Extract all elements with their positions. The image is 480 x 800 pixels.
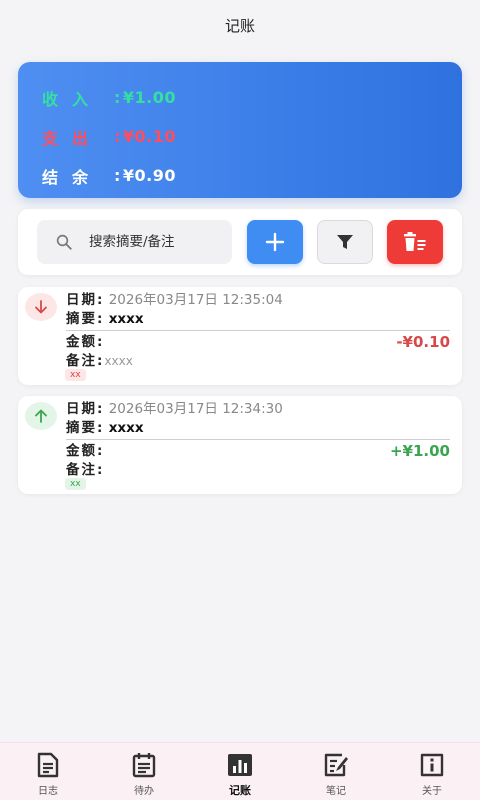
record-note: xxxx [104,354,133,368]
add-record-button[interactable] [247,220,303,264]
toolbar [18,209,462,275]
trash-list-icon [404,232,426,251]
expense-value: ¥0.10 [122,127,177,146]
expense-row: 支出 : ¥0.10 [42,117,438,156]
balance-label: 结余 [42,167,103,187]
divider [66,439,450,440]
search-icon [56,234,72,250]
balance-row: 结余 : ¥0.90 [42,156,438,195]
note-label: 备注: [66,462,105,478]
record-date: 2026年03月17日 12:34:30 [108,401,283,417]
record-tag: xx [65,478,86,490]
search-input[interactable] [89,234,229,250]
nav-label: 待办 [134,786,154,797]
divider [66,330,450,331]
arrow-up-icon [35,409,47,423]
date-label: 日期: [66,292,105,308]
record-tag: xx [65,369,86,381]
nav-label: 关于 [422,786,442,797]
arrow-down-icon [35,300,47,314]
filter-button[interactable] [317,220,373,264]
summary-label: 摘要: [66,420,105,436]
note-label: 备注: [66,353,105,369]
todo-icon [132,753,156,778]
log-icon [37,752,59,778]
summary-card: 收入 : ¥1.00 支出 : ¥0.10 结余 : ¥0.90 [18,62,462,198]
income-label: 收入 [42,89,103,109]
expense-badge [25,293,57,321]
expense-label: 支出 [42,128,103,148]
note-edit-icon [324,753,348,777]
record-amount: +¥1.00 [389,442,450,460]
record-date: 2026年03月17日 12:35:04 [108,292,283,308]
chart-icon [228,754,252,776]
record-item[interactable]: 日期: 2026年03月17日 12:34:30 摘要: xxxx 金额: +¥… [18,396,462,494]
amount-label: 金额: [66,334,105,350]
income-value: ¥1.00 [122,88,177,107]
income-row: 收入 : ¥1.00 [42,78,438,117]
nav-label: 笔记 [326,786,346,797]
summary-label: 摘要: [66,311,105,327]
plus-icon [265,232,285,252]
nav-item-todo[interactable]: 待办 [96,743,192,800]
clear-records-button[interactable] [387,220,443,264]
nav-label: 日志 [38,786,58,797]
filter-icon [337,235,353,249]
record-summary: xxxx [108,420,144,436]
record-item[interactable]: 日期: 2026年03月17日 12:35:04 摘要: xxxx 金额: -¥… [18,287,462,385]
record-summary: xxxx [108,311,144,327]
nav-item-accounting[interactable]: 记账 [192,743,288,800]
nav-item-notes[interactable]: 笔记 [288,743,384,800]
nav-item-log[interactable]: 日志 [0,743,96,800]
date-label: 日期: [66,401,105,417]
nav-item-about[interactable]: 关于 [384,743,480,800]
balance-value: ¥0.90 [122,166,177,185]
nav-label: 记账 [229,784,251,797]
bottom-nav: 日志 待办 记账 笔记 关于 [0,742,480,800]
page-title: 记账 [224,16,255,35]
search-box[interactable] [37,220,232,264]
info-icon [420,753,444,777]
income-badge [25,402,57,430]
record-amount: -¥0.10 [396,333,450,351]
amount-label: 金额: [66,443,105,459]
